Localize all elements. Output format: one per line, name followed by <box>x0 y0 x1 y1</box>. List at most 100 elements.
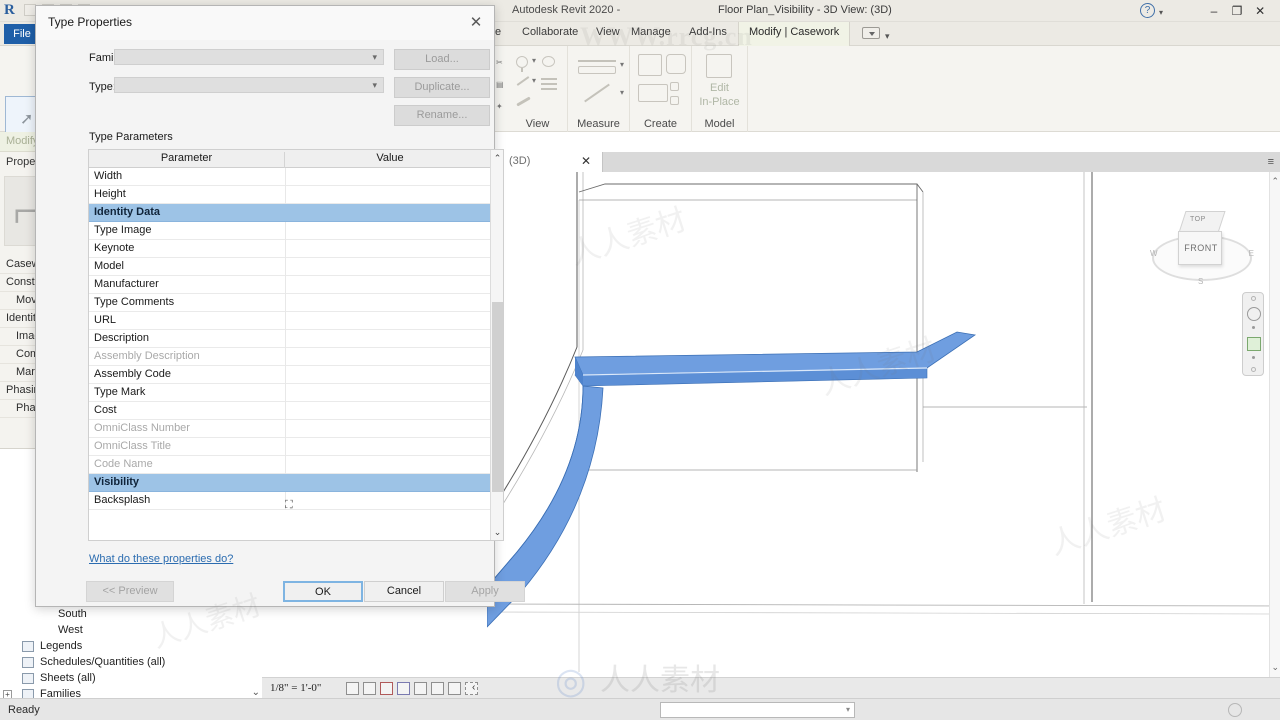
measure-between-icon[interactable] <box>584 83 610 103</box>
tab-view[interactable]: View <box>596 26 620 38</box>
visual-style-icon[interactable] <box>380 682 393 695</box>
view-scale-label[interactable]: 1/8" = 1'-0" <box>270 682 321 694</box>
navigation-bar[interactable] <box>1242 292 1264 376</box>
scroll-down-icon[interactable]: ⌄ <box>1271 662 1279 673</box>
create-group-icon[interactable] <box>666 54 686 74</box>
compass-east-label[interactable]: E <box>1249 249 1254 258</box>
chevron-down-icon[interactable]: ▾ <box>846 705 850 714</box>
view-tab-close-icon[interactable]: ✕ <box>581 154 591 168</box>
override-lines-icon[interactable] <box>541 78 557 80</box>
scrollbar-thumb[interactable] <box>492 302 503 492</box>
create-part-icon[interactable] <box>638 84 668 102</box>
chevron-down-icon[interactable]: ▾ <box>372 52 377 63</box>
table-row[interactable]: Manufacturer <box>89 276 503 294</box>
zoom-tools-icon[interactable] <box>1247 337 1261 351</box>
restore-button[interactable]: ❐ <box>1227 3 1247 19</box>
pb-item-west[interactable]: West <box>0 623 262 639</box>
zoom-tools-caret-icon[interactable] <box>1252 356 1255 359</box>
design-option-icon[interactable] <box>1140 703 1154 717</box>
scroll-up-icon[interactable]: ⌃ <box>1271 176 1279 187</box>
steering-wheel-caret-icon[interactable] <box>1252 326 1255 329</box>
table-row[interactable]: Keynote <box>89 240 503 258</box>
tab-modify-casework[interactable]: Modify | Casework <box>738 22 851 46</box>
minimize-button[interactable]: – <box>1204 3 1224 19</box>
hide-element-icon[interactable] <box>516 56 528 68</box>
table-row[interactable]: Description <box>89 330 503 348</box>
preview-button[interactable]: << Preview <box>86 581 174 602</box>
exclude-options-icon[interactable] <box>718 703 732 717</box>
tab-manage[interactable]: Manage <box>631 26 671 38</box>
help-icon[interactable]: ? <box>1140 3 1155 18</box>
load-button[interactable]: Load... <box>394 49 490 70</box>
tab-add-ins[interactable]: Add-Ins <box>689 26 727 38</box>
editable-only-icon[interactable] <box>1118 703 1132 717</box>
table-row[interactable]: Model <box>89 258 503 276</box>
table-row[interactable]: Type Comments <box>89 294 503 312</box>
cancel-button[interactable]: Cancel <box>364 581 444 602</box>
create-assembly-icon[interactable] <box>670 82 679 91</box>
render-icon[interactable] <box>431 682 444 695</box>
view-scale-icon[interactable] <box>346 682 359 695</box>
workset-selector[interactable]: ▾ <box>660 702 855 718</box>
eraser-icon[interactable] <box>516 96 531 107</box>
sun-path-icon[interactable] <box>397 682 410 695</box>
table-row[interactable]: Height <box>89 186 503 204</box>
family-combobox[interactable]: ▾ <box>114 49 384 65</box>
measure-between-caret-icon[interactable]: ▾ <box>620 88 624 97</box>
table-vertical-scrollbar[interactable]: ⌃ ⌄ <box>490 150 503 540</box>
dialog-title-bar[interactable]: Type Properties ✕ <box>36 6 494 40</box>
column-header-value[interactable]: Value <box>285 152 495 164</box>
scroll-up-icon[interactable]: ⌃ <box>491 150 504 166</box>
ok-button[interactable]: OK <box>283 581 363 602</box>
column-header-parameter[interactable]: Parameter <box>89 152 285 168</box>
table-row[interactable]: Width <box>89 168 503 186</box>
rename-button[interactable]: Rename... <box>394 105 490 126</box>
detail-level-icon[interactable] <box>363 682 376 695</box>
view-vertical-scrollbar[interactable]: ⌃ ⌄ <box>1269 172 1280 677</box>
select-pinned-icon[interactable] <box>1228 703 1242 717</box>
view-dropdown-caret-icon[interactable]: ▾ <box>532 76 536 85</box>
reveal-hidden-icon[interactable] <box>542 56 555 67</box>
edit-in-place-icon[interactable] <box>706 54 732 78</box>
match-type-icon[interactable]: ✦ <box>496 102 503 111</box>
table-row[interactable]: URL <box>89 312 503 330</box>
crop-view-icon[interactable] <box>448 682 461 695</box>
measure-arrow-icon[interactable] <box>578 60 616 62</box>
pb-item-sheets[interactable]: Sheets (all) <box>0 671 262 687</box>
ribbon-display-caret-icon[interactable]: ▾ <box>885 31 890 42</box>
type-combobox[interactable]: ▾ <box>114 77 384 93</box>
create-similar-icon[interactable] <box>638 54 662 76</box>
pencil-icon[interactable] <box>516 76 530 86</box>
help-dropdown-caret-icon[interactable]: ▾ <box>1159 8 1163 17</box>
chevron-down-icon[interactable]: ▾ <box>372 80 377 91</box>
close-button[interactable]: ✕ <box>1250 3 1270 19</box>
worksets-icon[interactable] <box>481 703 495 717</box>
ribbon-display-options-icon[interactable] <box>862 27 880 39</box>
hide-dropdown-caret-icon[interactable]: ▾ <box>532 56 536 65</box>
cut-icon[interactable]: ✂ <box>496 58 503 67</box>
pb-item-legends[interactable]: Legends <box>0 639 262 655</box>
scroll-down-icon[interactable]: ⌄ <box>491 524 504 540</box>
active-option-icon[interactable] <box>1162 703 1176 717</box>
table-row[interactable]: Type Image <box>89 222 503 240</box>
view-cube[interactable]: TOP FRONT W E S <box>1148 205 1256 293</box>
dialog-help-link[interactable]: What do these properties do? <box>89 553 233 565</box>
table-row[interactable]: Cost <box>89 402 503 420</box>
view-bar-caret-icon[interactable]: ‹ <box>472 682 475 693</box>
exclude-icon[interactable] <box>1186 703 1200 717</box>
design-options-icon[interactable] <box>700 703 714 717</box>
steering-wheel-icon[interactable] <box>1247 307 1261 321</box>
measure-caret-icon[interactable]: ▾ <box>620 60 624 69</box>
shadows-icon[interactable] <box>414 682 427 695</box>
duplicate-button[interactable]: Duplicate... <box>394 77 490 98</box>
pb-item-south[interactable]: South <box>0 607 262 623</box>
pb-item-schedules[interactable]: Schedules/Quantities (all) <box>0 655 262 671</box>
paste-icon[interactable]: ▤ <box>496 80 504 89</box>
close-icon[interactable]: ✕ <box>466 13 486 33</box>
compass-south-label[interactable]: S <box>1198 277 1203 286</box>
apply-button[interactable]: Apply <box>445 581 525 602</box>
tab-collaborate[interactable]: Collaborate <box>522 26 578 38</box>
view-tab-menu-icon[interactable]: ≡ <box>1268 156 1274 168</box>
press-drag-icon[interactable] <box>463 703 477 717</box>
table-row[interactable]: Assembly Code <box>89 366 503 384</box>
